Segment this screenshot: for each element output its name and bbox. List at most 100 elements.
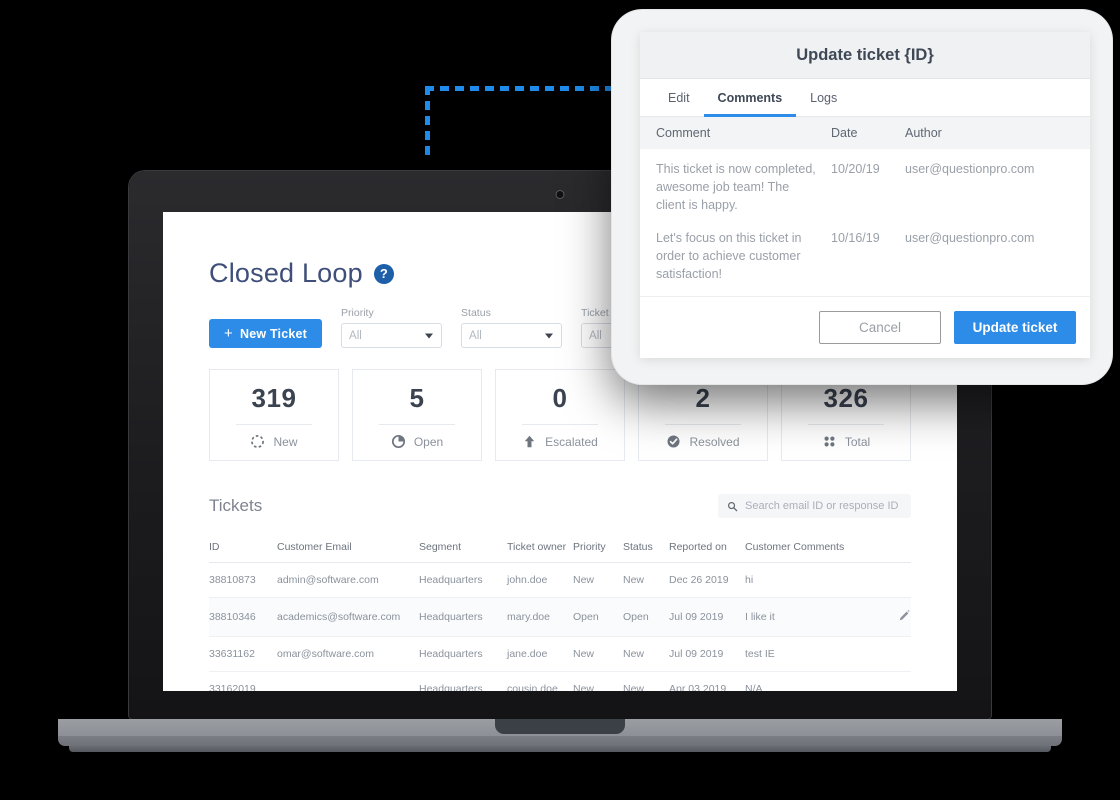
update-ticket-button[interactable]: Update ticket [954,311,1076,344]
table-row[interactable]: 33162019 Headquarters cousin.doe New New Apr … [209,671,911,691]
cell-customer-email: omar@software.com [277,636,419,672]
filter-priority-select[interactable]: All [341,323,443,348]
cell-priority: New [573,636,623,672]
cell-customer-comment: N/A [745,671,877,691]
column-header-ticket-owner: Ticket owner [507,541,573,563]
grid-dots-icon [824,436,835,447]
column-header-date: Date [831,126,858,140]
cell-ticket-id-link[interactable]: 38810873 [209,562,277,598]
tickets-table-body: 38810873 admin@software.com Headquarters jo… [209,562,911,691]
cell-segment: Headquarters [419,636,507,672]
cell-segment: Headquarters [419,597,507,637]
edit-row-button[interactable] [877,597,911,637]
pencil-icon [899,610,910,621]
stat-label: Total [844,434,871,449]
filter-ticket-owner-value: All [589,329,602,342]
cell-ticket-id-link[interactable]: 33631162 [209,636,277,672]
comment-date: 10/16/19 [831,231,880,246]
stat-value: 5 [409,383,425,413]
column-header-id: ID [209,541,277,563]
column-header-customer-email: Customer Email [277,541,419,563]
tab-logs[interactable]: Logs [796,79,851,117]
laptop-base-notch [495,719,625,734]
cell-customer-comment: hi [745,562,877,598]
cell-priority: New [573,671,623,691]
comment-text: This ticket is now completed, awesome jo… [656,162,816,212]
new-ticket-label: New Ticket [239,326,308,341]
stat-value: 2 [695,383,711,413]
comment-author: user@questionpro.com [905,231,1035,246]
check-circle-icon [667,435,680,448]
dashed-circle-icon [251,435,265,448]
cell-ticket-owner: john.doe [507,562,573,598]
stat-card-open: 5 Open [352,369,482,461]
column-header-author: Author [905,126,942,140]
cell-reported-on: Jul 09 2019 [669,597,745,637]
cell-customer-email: admin@software.com [277,562,419,598]
cell-segment: Headquarters [419,562,507,598]
cell-reported-on: Dec 26 2019 [669,562,745,598]
page-title: Closed Loop [209,258,363,288]
column-header-comment: Comment [656,126,711,140]
stat-bottom: Open [363,434,471,449]
tickets-table: ID Customer Email Segment Ticket owner Prior… [209,541,911,691]
table-row[interactable]: 38810346 academics@software.com Headquarte… [209,597,911,637]
tab-comments[interactable]: Comments [703,79,797,117]
stat-card-escalated: 0 Escalated [495,369,625,461]
cell-customer-comment: test IE [745,636,877,672]
arrow-up-icon [524,435,535,448]
table-row[interactable]: 38810873 admin@software.com Headquarters jo… [209,562,911,598]
filter-status-select[interactable]: All [461,323,563,348]
row-actions-empty [877,671,911,691]
stat-divider [236,424,312,425]
stat-divider [379,424,455,425]
filter-status: Status All [461,307,563,348]
stat-label: Escalated [545,434,598,449]
screenshot-stage: Closed Loop ? + New Ticket Priority All [0,0,1120,800]
filter-status-value: All [469,329,482,342]
new-ticket-button[interactable]: + New Ticket [209,319,323,348]
stat-divider [522,424,598,425]
comment-author: user@questionpro.com [905,162,1035,176]
search-box[interactable]: Search email ID or response ID [718,494,911,518]
decorative-dashed-corner [425,86,615,158]
column-header-customer-comments: Customer Comments [745,541,877,563]
plus-icon: + [224,325,233,342]
cell-customer-email [277,671,419,691]
chevron-down-icon [545,333,554,338]
stat-label: Open [413,434,444,449]
column-header-segment: Segment [419,541,507,563]
cell-reported-on: Apr 03 2019 [669,671,745,691]
cell-status: Open [623,597,669,637]
cell-status: New [623,562,669,598]
column-header-reported-on: Reported on [669,541,745,563]
question-mark-icon[interactable]: ? [373,263,394,284]
pie-quarter-icon [391,434,405,449]
comments-table-header: Comment Date Author [640,117,1090,149]
search-icon [727,501,738,511]
stat-value: 326 [823,383,869,413]
comment-row: This ticket is now completed, awesome jo… [640,149,1090,218]
cell-ticket-owner: mary.doe [507,597,573,637]
modal-footer: Cancel Update ticket [640,296,1090,358]
tab-edit[interactable]: Edit [654,79,704,117]
cell-ticket-id-link[interactable]: 38810346 [209,597,277,637]
column-header-status: Status [623,541,669,563]
tickets-heading: Tickets [209,496,263,515]
table-row[interactable]: 33631162 omar@software.com Headquarters jan… [209,636,911,672]
search-input[interactable]: Search email ID or response ID [745,500,898,512]
cell-priority: New [573,562,623,598]
tablet-mockup: Update ticket {ID} Edit Comments Logs Comm… [612,10,1112,384]
cell-segment: Headquarters [419,671,507,691]
stat-label: Resolved [689,434,740,449]
modal-header: Update ticket {ID} [640,32,1090,79]
row-actions-empty [877,562,911,598]
cell-ticket-id-link[interactable]: 33162019 [209,671,277,691]
laptop-foot [69,746,1051,752]
cell-status: New [623,671,669,691]
column-header-actions [877,541,911,563]
chevron-down-icon [425,333,434,338]
cancel-button[interactable]: Cancel [819,311,941,344]
column-header-priority: Priority [573,541,623,563]
cell-customer-email: academics@software.com [277,597,419,637]
